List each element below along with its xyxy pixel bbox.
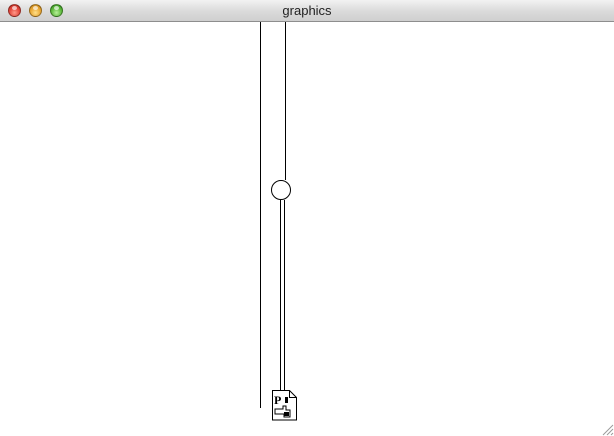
graphics-window: graphics P — [0, 0, 614, 436]
resize-grip-icon[interactable] — [600, 422, 614, 436]
title-bar[interactable]: graphics — [0, 0, 614, 22]
document-hand-fill — [284, 412, 289, 416]
graphics-canvas: P — [260, 22, 297, 421]
circle-node[interactable] — [271, 180, 291, 200]
document-mark — [285, 397, 288, 403]
document-icon[interactable]: P — [272, 390, 297, 421]
window-title: graphics — [282, 3, 332, 18]
document-letter: P — [274, 393, 281, 407]
